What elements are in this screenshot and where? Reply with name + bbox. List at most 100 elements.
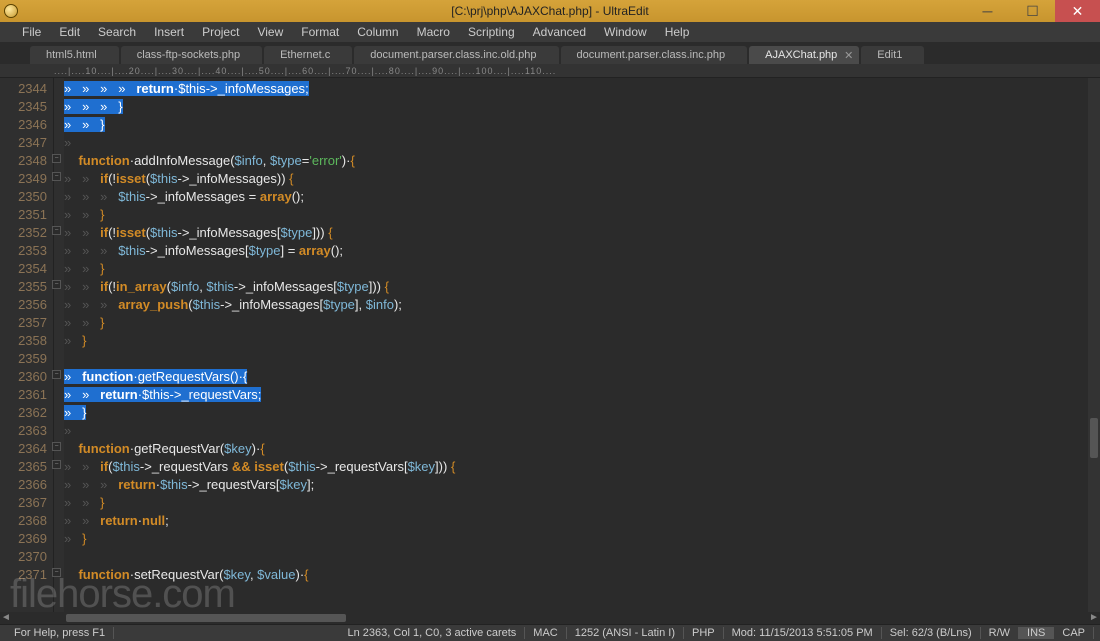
- window-title: [C:\prj\php\AJAXChat.php] - UltraEdit: [451, 4, 648, 18]
- minimize-button[interactable]: ─: [965, 0, 1010, 22]
- line-number: 2360: [0, 368, 47, 386]
- menu-project[interactable]: Project: [194, 23, 247, 41]
- code-area[interactable]: » » » » return·$this->_infoMessages;» » …: [64, 78, 1100, 618]
- line-number: 2370: [0, 548, 47, 566]
- line-number: 2366: [0, 476, 47, 494]
- title-bar: [C:\prj\php\AJAXChat.php] - UltraEdit ─ …: [0, 0, 1100, 22]
- code-line[interactable]: » » }: [64, 260, 1100, 278]
- code-line[interactable]: » function·getRequestVars()·{: [64, 368, 1100, 386]
- close-button[interactable]: ✕: [1055, 0, 1100, 22]
- status-readwrite[interactable]: R/W: [981, 627, 1019, 639]
- code-line[interactable]: » » }: [64, 116, 1100, 134]
- fold-toggle-icon[interactable]: −: [52, 370, 61, 379]
- code-line[interactable]: » » » $this->_infoMessages = array();: [64, 188, 1100, 206]
- code-line[interactable]: » }: [64, 332, 1100, 350]
- scroll-right-icon[interactable]: ►: [1088, 612, 1100, 624]
- tab-AJAXChat-php[interactable]: AJAXChat.php✕: [749, 46, 859, 64]
- line-number: 2353: [0, 242, 47, 260]
- code-line[interactable]: [64, 548, 1100, 566]
- code-line[interactable]: » » » $this->_infoMessages[$type] = arra…: [64, 242, 1100, 260]
- ruler: ....|....10....|....20....|....30....|..…: [0, 64, 1100, 78]
- line-number: 2346: [0, 116, 47, 134]
- menu-format[interactable]: Format: [293, 23, 347, 41]
- status-modified: Mod: 11/15/2013 5:51:05 PM: [724, 627, 882, 639]
- line-number: 2363: [0, 422, 47, 440]
- code-line[interactable]: » » }: [64, 494, 1100, 512]
- fold-gutter[interactable]: −−−−−−−−: [54, 78, 64, 618]
- code-line[interactable]: function·getRequestVar($key)·{: [64, 440, 1100, 458]
- line-number: 2348: [0, 152, 47, 170]
- line-number: 2367: [0, 494, 47, 512]
- code-line[interactable]: » » if(!in_array($info, $this->_infoMess…: [64, 278, 1100, 296]
- watermark: filehorse.com: [10, 572, 235, 617]
- code-line[interactable]: » » }: [64, 206, 1100, 224]
- code-line[interactable]: » » return·$this->_requestVars;: [64, 386, 1100, 404]
- status-caps: CAP: [1054, 627, 1094, 639]
- fold-toggle-icon[interactable]: −: [52, 172, 61, 181]
- code-line[interactable]: » » return·null;: [64, 512, 1100, 530]
- menu-search[interactable]: Search: [90, 23, 144, 41]
- tab-class-ftp-sockets-php[interactable]: class-ftp-sockets.php: [121, 46, 262, 64]
- line-number: 2349: [0, 170, 47, 188]
- menu-window[interactable]: Window: [596, 23, 655, 41]
- line-number: 2362: [0, 404, 47, 422]
- tab-Ethernet-c[interactable]: Ethernet.c: [264, 46, 352, 64]
- line-number: 2354: [0, 260, 47, 278]
- fold-toggle-icon[interactable]: −: [52, 280, 61, 289]
- menu-bar: FileEditSearchInsertProjectViewFormatCol…: [0, 22, 1100, 42]
- code-line[interactable]: »: [64, 134, 1100, 152]
- line-number: 2345: [0, 98, 47, 116]
- tab-document-parser-class-inc-old-php[interactable]: document.parser.class.inc.old.php: [354, 46, 558, 64]
- status-encoding[interactable]: 1252 (ANSI - Latin I): [567, 627, 684, 639]
- code-line[interactable]: » » » array_push($this->_infoMessages[$t…: [64, 296, 1100, 314]
- menu-macro[interactable]: Macro: [409, 23, 458, 41]
- tab-document-parser-class-inc-php[interactable]: document.parser.class.inc.php: [561, 46, 748, 64]
- line-gutter: 2344234523462347234823492350235123522353…: [0, 78, 54, 618]
- tab-html5-html[interactable]: html5.html: [30, 46, 119, 64]
- code-line[interactable]: » » if(!isset($this->_infoMessages)) {: [64, 170, 1100, 188]
- code-line[interactable]: » » » » return·$this->_infoMessages;: [64, 80, 1100, 98]
- menu-column[interactable]: Column: [349, 23, 406, 41]
- code-line[interactable]: » » }: [64, 314, 1100, 332]
- status-help: For Help, press F1: [6, 627, 114, 639]
- close-tab-icon[interactable]: ✕: [844, 49, 853, 62]
- menu-file[interactable]: File: [14, 23, 49, 41]
- maximize-button[interactable]: ☐: [1010, 0, 1055, 22]
- code-line[interactable]: » » » return·$this->_requestVars[$key];: [64, 476, 1100, 494]
- menu-advanced[interactable]: Advanced: [525, 23, 594, 41]
- line-number: 2357: [0, 314, 47, 332]
- fold-toggle-icon[interactable]: −: [52, 442, 61, 451]
- status-eol[interactable]: MAC: [525, 627, 566, 639]
- code-line[interactable]: » }: [64, 530, 1100, 548]
- menu-insert[interactable]: Insert: [146, 23, 192, 41]
- code-line[interactable]: » » if($this->_requestVars && isset($thi…: [64, 458, 1100, 476]
- menu-view[interactable]: View: [249, 23, 291, 41]
- line-number: 2361: [0, 386, 47, 404]
- line-number: 2359: [0, 350, 47, 368]
- status-language[interactable]: PHP: [684, 627, 724, 639]
- menu-edit[interactable]: Edit: [51, 23, 88, 41]
- tab-bar: html5.htmlclass-ftp-sockets.phpEthernet.…: [0, 42, 1100, 64]
- editor[interactable]: 2344234523462347234823492350235123522353…: [0, 78, 1100, 618]
- line-number: 2351: [0, 206, 47, 224]
- fold-toggle-icon[interactable]: −: [52, 226, 61, 235]
- menu-help[interactable]: Help: [657, 23, 698, 41]
- code-line[interactable]: » » if(!isset($this->_infoMessages[$type…: [64, 224, 1100, 242]
- line-number: 2356: [0, 296, 47, 314]
- code-line[interactable]: [64, 350, 1100, 368]
- line-number: 2364: [0, 440, 47, 458]
- line-number: 2355: [0, 278, 47, 296]
- fold-toggle-icon[interactable]: −: [52, 460, 61, 469]
- menu-scripting[interactable]: Scripting: [460, 23, 523, 41]
- status-bar: For Help, press F1 Ln 2363, Col 1, C0, 3…: [0, 624, 1100, 641]
- line-number: 2365: [0, 458, 47, 476]
- tab-Edit1[interactable]: Edit1: [861, 46, 924, 64]
- line-number: 2350: [0, 188, 47, 206]
- code-line[interactable]: function·addInfoMessage($info, $type='er…: [64, 152, 1100, 170]
- code-line[interactable]: » }: [64, 404, 1100, 422]
- code-line[interactable]: »: [64, 422, 1100, 440]
- fold-toggle-icon[interactable]: −: [52, 154, 61, 163]
- status-insert[interactable]: INS: [1019, 627, 1054, 639]
- code-line[interactable]: » » » }: [64, 98, 1100, 116]
- vertical-scrollbar[interactable]: [1088, 78, 1100, 612]
